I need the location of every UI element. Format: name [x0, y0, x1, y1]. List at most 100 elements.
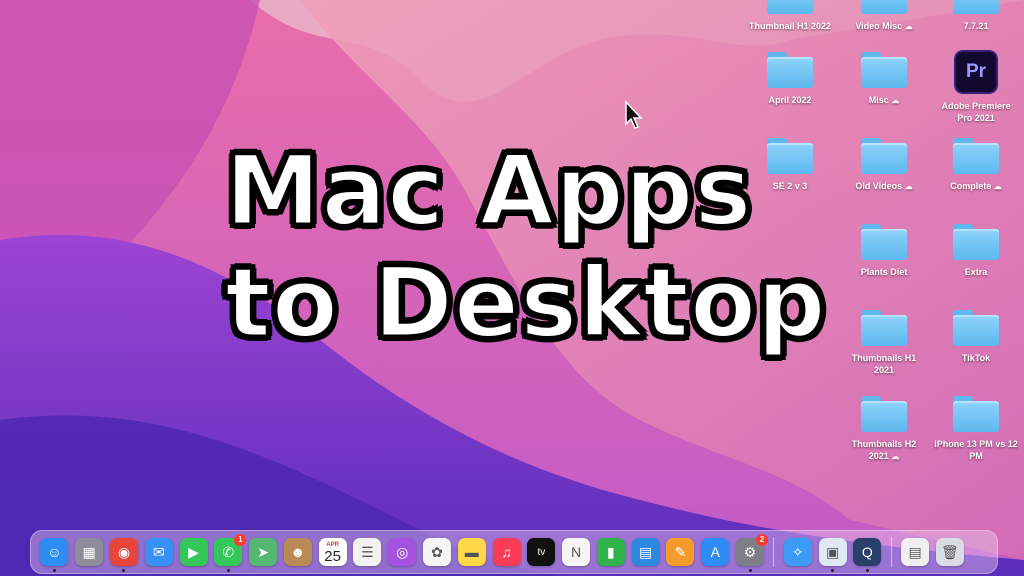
preview-glyph: ▣	[825, 543, 840, 560]
dock-pages-icon[interactable]: ✎	[666, 538, 695, 566]
podcasts-glyph: ◎	[396, 543, 409, 560]
desktop-item-label: Complete	[950, 181, 992, 191]
folder-icon	[861, 224, 907, 260]
dock-mail-icon[interactable]: ✉	[144, 538, 173, 566]
dock-app-store-icon[interactable]: A	[701, 538, 730, 566]
desktop-app-adobe-premiere[interactable]: Pr Adobe Premiere Pro 2021	[933, 50, 1019, 124]
dock-news-icon[interactable]: N	[562, 538, 591, 566]
desktop-folder-video-misc[interactable]: Video Misc ☁	[841, 0, 927, 33]
dock-reminders-icon[interactable]: ☰	[353, 538, 382, 566]
desktop-folder-misc[interactable]: Misc ☁	[841, 52, 927, 107]
keynote-glyph: ▤	[639, 543, 653, 560]
notification-badge: 1	[234, 534, 247, 546]
facetime-glyph: ▶	[188, 543, 199, 560]
dock-finder-icon[interactable]: ☺	[40, 538, 69, 572]
safari-glyph: ✧	[791, 543, 804, 560]
app-store-glyph: A	[710, 544, 720, 560]
dock-quicktime-icon[interactable]: Q	[853, 538, 882, 572]
icloud-icon: ☁	[891, 96, 900, 105]
launchpad-glyph: ▦	[82, 543, 96, 560]
dock-messages-icon[interactable]: ✆ 1	[214, 534, 247, 572]
desktop-folder-plants-diet[interactable]: Plants Diet	[841, 224, 927, 278]
dock-tv-icon[interactable]: tv	[527, 538, 556, 566]
desktop-item-label: Thumbnail H1 2022	[748, 21, 832, 31]
desktop-folder-thumbnail-h1-2022[interactable]: Thumbnail H1 2022	[747, 0, 833, 32]
numbers-glyph: ▮	[607, 543, 615, 560]
desktop-folder-thumbnails-h1-2021[interactable]: Thumbnails H1 2021	[841, 310, 927, 376]
dock-chrome-icon[interactable]: ◉	[109, 538, 138, 572]
desktop-item-label: SE 2 v 3	[772, 181, 808, 191]
desktop-item-label: Adobe Premiere Pro 2021	[941, 101, 1011, 123]
tv-glyph: tv	[537, 546, 546, 558]
desktop-item-label: Extra	[964, 267, 988, 277]
dock-calendar-icon[interactable]: APR 25	[318, 538, 347, 566]
folder-icon	[953, 224, 999, 260]
desktop-item-label: April 2022	[768, 95, 812, 105]
desktop-item-label: Old Videos	[855, 181, 903, 191]
dock-notes-icon[interactable]: ▬	[457, 538, 486, 566]
dock-contacts-icon[interactable]: ☻	[283, 538, 312, 566]
icloud-icon: ☁	[904, 182, 913, 191]
dock-photos-icon[interactable]: ✿	[422, 538, 451, 566]
running-indicator	[748, 569, 752, 572]
desktop-item-label: Video Misc	[855, 21, 903, 31]
notification-badge: 2	[756, 534, 769, 546]
dock-facetime-icon[interactable]: ▶	[179, 538, 208, 566]
desktop-folder-7-7-21[interactable]: 7.7.21	[933, 0, 1019, 32]
desktop-item-label: Misc	[868, 95, 889, 105]
desktop-folder-april-2022[interactable]: April 2022	[747, 52, 833, 106]
folder-icon	[953, 396, 999, 432]
maps-glyph: ➤	[257, 543, 269, 560]
folder-icon	[861, 138, 907, 174]
dock-stacks: ▤ 🗑	[898, 538, 968, 566]
folder-icon	[953, 0, 999, 14]
dock-launchpad-icon[interactable]: ▦	[75, 538, 104, 566]
pages-glyph: ✎	[674, 543, 687, 560]
dock-keynote-icon[interactable]: ▤	[631, 538, 660, 566]
dock-documents-icon[interactable]: ▤	[901, 538, 930, 566]
desktop-folder-tiktok[interactable]: TikTok	[933, 310, 1019, 364]
icloud-icon: ☁	[891, 452, 900, 461]
folder-icon	[861, 396, 907, 432]
dock-podcasts-icon[interactable]: ◎	[388, 538, 417, 566]
icloud-icon: ☁	[904, 22, 913, 31]
chrome-glyph: ◉	[117, 543, 131, 560]
video-title-overlay: Mac Apps to Desktop	[224, 134, 828, 361]
trash-glyph: 🗑	[941, 543, 959, 560]
documents-glyph: ▤	[908, 543, 922, 560]
dock-trash-icon[interactable]: 🗑	[935, 538, 964, 566]
desktop-folder-thumbnails-h2-2021[interactable]: Thumbnails H2 2021 ☁	[841, 396, 927, 463]
music-glyph: ♫	[501, 544, 512, 560]
folder-icon	[767, 0, 813, 14]
desktop-folder-old-videos[interactable]: Old Videos ☁	[841, 138, 927, 193]
desktop-folder-iphone-13-pm[interactable]: iPhone 13 PM vs 12 PM	[933, 396, 1019, 462]
title-line-2: to Desktop	[224, 246, 828, 361]
dock-safari-icon[interactable]: ✧	[783, 538, 812, 566]
folder-icon	[953, 138, 999, 174]
folder-icon	[861, 310, 907, 346]
desktop-item-label: Thumbnails H2 2021	[851, 439, 917, 461]
finder-glyph: ☺	[47, 544, 62, 560]
notes-glyph: ▬	[464, 544, 479, 560]
premiere-pro-icon: Pr	[954, 50, 998, 94]
dock-music-icon[interactable]: ♫	[492, 538, 521, 566]
desktop-item-label: 7.7.21	[963, 21, 989, 31]
folder-icon	[953, 310, 999, 346]
folder-icon	[861, 52, 907, 88]
mail-glyph: ✉	[152, 543, 165, 560]
desktop-folder-complete[interactable]: Complete ☁	[933, 138, 1019, 193]
desktop-item-label: Thumbnails H1 2021	[851, 353, 917, 375]
desktop-item-label: TikTok	[961, 353, 991, 363]
dock-numbers-icon[interactable]: ▮	[596, 538, 625, 566]
photos-glyph: ✿	[431, 543, 443, 560]
dock-separator	[890, 537, 892, 567]
dock-recent-apps: ✧ ▣ Q	[780, 538, 884, 572]
reminders-glyph: ☰	[361, 543, 374, 560]
dock-preview-icon[interactable]: ▣	[818, 538, 847, 572]
desktop-folder-se-2-v-3[interactable]: SE 2 v 3	[747, 138, 833, 192]
dock-maps-icon[interactable]: ➤	[249, 538, 278, 566]
dock-system-preferences-icon[interactable]: ⚙ 2	[736, 534, 769, 572]
desktop-item-label: iPhone 13 PM vs 12 PM	[934, 439, 1018, 461]
dock-apps: ☺ ▦ ◉ ✉ ▶ ✆ 1 ➤ ☻ APR 25 ☰ ◎ ✿ ▬ ♫ tv N ▮ ▤ ✎ A ⚙ 2	[37, 534, 769, 572]
desktop-folder-extra[interactable]: Extra	[933, 224, 1019, 278]
